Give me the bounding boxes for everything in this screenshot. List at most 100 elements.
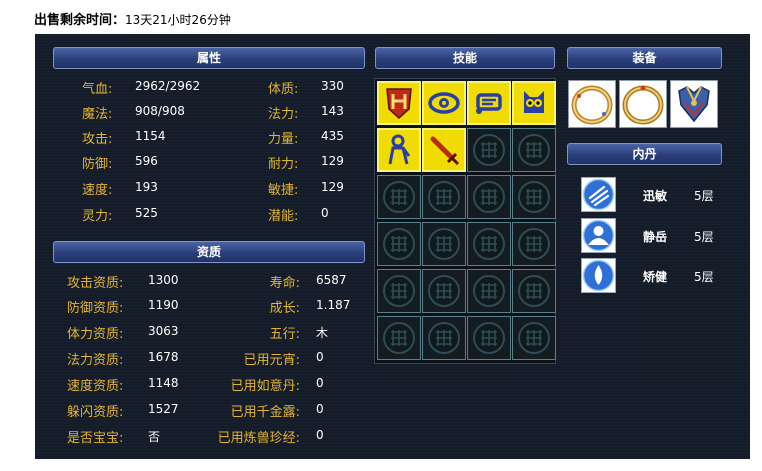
- empty-slot-emblem-icon: [383, 322, 415, 354]
- qual-used-yuanxiao-label: 已用元宵:: [243, 353, 300, 368]
- empty-slot-emblem-icon: [428, 322, 460, 354]
- sale-time-label: 出售剩余时间：: [34, 13, 126, 28]
- qual-stamina-aptitude-label: 体力资质:: [67, 327, 124, 342]
- attr-magic-value: 143: [321, 104, 344, 118]
- empty-skill-slot: [377, 269, 421, 313]
- ring-icon: [622, 85, 664, 125]
- qual-lifespan-label: 寿命:: [269, 276, 300, 291]
- empty-skill-slot: [422, 269, 466, 313]
- attr-spirit-value: 525: [135, 206, 158, 220]
- equipment-slot-1[interactable]: [568, 80, 616, 128]
- neidan-header: 内丹: [567, 143, 722, 165]
- empty-slot-emblem-icon: [383, 275, 415, 307]
- empty-slot-emblem-icon: [518, 228, 550, 260]
- empty-skill-slot: [467, 175, 511, 219]
- shield-rune-icon: [379, 83, 419, 127]
- attr-constitution-value: 330: [321, 79, 344, 93]
- skill-slot-3[interactable]: [467, 81, 511, 125]
- empty-slot-emblem-icon: [518, 134, 550, 166]
- empty-skill-slot: [377, 316, 421, 360]
- skill-slot-2[interactable]: [422, 81, 466, 125]
- sale-time-value: 13天21小时26分钟: [125, 13, 231, 27]
- neidan-level-2: 5层: [694, 230, 714, 244]
- empty-slot-emblem-icon: [428, 275, 460, 307]
- qual-element-label: 五行:: [269, 327, 300, 342]
- sale-time-line: 出售剩余时间：13天21小时26分钟: [34, 9, 231, 28]
- empty-slot-emblem-icon: [473, 228, 505, 260]
- attr-magic-label: 法力:: [268, 107, 299, 122]
- empty-slot-emblem-icon: [473, 322, 505, 354]
- neidan-name-1: 迅敏: [643, 189, 668, 203]
- ring-icon: [571, 85, 613, 125]
- empty-skill-slot: [512, 128, 556, 172]
- scroll-icon: [469, 83, 509, 127]
- neidan-name-2: 静岳: [643, 230, 668, 244]
- qual-used-lianshou-label: 已用炼兽珍经:: [217, 431, 300, 446]
- qual-growth-value: 1.187: [316, 298, 351, 312]
- attr-agility-label: 敏捷:: [268, 183, 299, 198]
- qual-used-yuanxiao-value: 0: [316, 350, 324, 364]
- equipment-header: 装备: [567, 47, 722, 69]
- attr-speed-value: 193: [135, 180, 158, 194]
- empty-skill-slot: [377, 222, 421, 266]
- qual-speed-aptitude-label: 速度资质:: [67, 379, 124, 394]
- skill-slot-5[interactable]: [377, 128, 421, 172]
- drop-icon: [582, 259, 615, 292]
- owl-icon: [514, 83, 554, 127]
- skill-grid: [374, 78, 556, 364]
- qual-magic-aptitude-label: 法力资质:: [67, 353, 124, 368]
- empty-skill-slot: [422, 316, 466, 360]
- sword-icon: [424, 130, 464, 174]
- qual-used-lianshou-value: 0: [316, 428, 324, 442]
- empty-slot-emblem-icon: [518, 275, 550, 307]
- qual-dodge-aptitude-value: 1527: [148, 402, 179, 416]
- neidan-icon-2[interactable]: [581, 218, 616, 253]
- attr-strength-value: 435: [321, 129, 344, 143]
- attributes-header: 属性: [53, 47, 365, 69]
- skill-slot-6[interactable]: [422, 128, 466, 172]
- skill-slot-4[interactable]: [512, 81, 556, 125]
- attr-speed-label: 速度:: [82, 183, 113, 198]
- empty-skill-slot: [467, 128, 511, 172]
- qual-attack-aptitude-label: 攻击资质:: [67, 276, 124, 291]
- attr-constitution-label: 体质:: [268, 82, 299, 97]
- empty-slot-emblem-icon: [473, 134, 505, 166]
- attr-endurance-value: 129: [321, 154, 344, 168]
- qual-used-qianjinlu-value: 0: [316, 402, 324, 416]
- neidan-icon-3[interactable]: [581, 258, 616, 293]
- eye-icon: [424, 83, 464, 127]
- neidan-icon-1[interactable]: [581, 177, 616, 212]
- empty-skill-slot: [512, 269, 556, 313]
- qual-speed-aptitude-value: 1148: [148, 376, 179, 390]
- qual-defense-aptitude-value: 1190: [148, 298, 179, 312]
- attr-hp-label: 气血:: [82, 82, 113, 97]
- empty-slot-emblem-icon: [518, 322, 550, 354]
- attr-potential-label: 潜能:: [268, 209, 299, 224]
- empty-slot-emblem-icon: [383, 181, 415, 213]
- armor-icon: [678, 86, 710, 123]
- empty-slot-emblem-icon: [473, 275, 505, 307]
- neidan-level-1: 5层: [694, 189, 714, 203]
- empty-skill-slot: [467, 316, 511, 360]
- equipment-slot-2[interactable]: [619, 80, 667, 128]
- empty-slot-emblem-icon: [473, 181, 505, 213]
- skill-slot-1[interactable]: [377, 81, 421, 125]
- attr-mp-value: 908/908: [135, 104, 185, 118]
- attr-attack-label: 攻击:: [82, 132, 113, 147]
- attr-mp-label: 魔法:: [82, 107, 113, 122]
- empty-skill-slot: [422, 222, 466, 266]
- qual-used-qianjinlu-label: 已用千金露:: [230, 405, 300, 420]
- empty-skill-slot: [422, 175, 466, 219]
- equipment-slot-3[interactable]: [670, 80, 718, 128]
- empty-slot-emblem-icon: [518, 181, 550, 213]
- empty-skill-slot: [377, 175, 421, 219]
- empty-slot-emblem-icon: [383, 228, 415, 260]
- qual-lifespan-value: 6587: [316, 273, 347, 287]
- qualities-header: 资质: [53, 241, 365, 263]
- empty-skill-slot: [512, 222, 556, 266]
- qual-dodge-aptitude-label: 躲闪资质:: [67, 405, 124, 420]
- attr-defense-value: 596: [135, 154, 158, 168]
- neidan-name-3: 矫健: [643, 270, 668, 284]
- attr-spirit-label: 灵力:: [82, 209, 113, 224]
- empty-skill-slot: [467, 269, 511, 313]
